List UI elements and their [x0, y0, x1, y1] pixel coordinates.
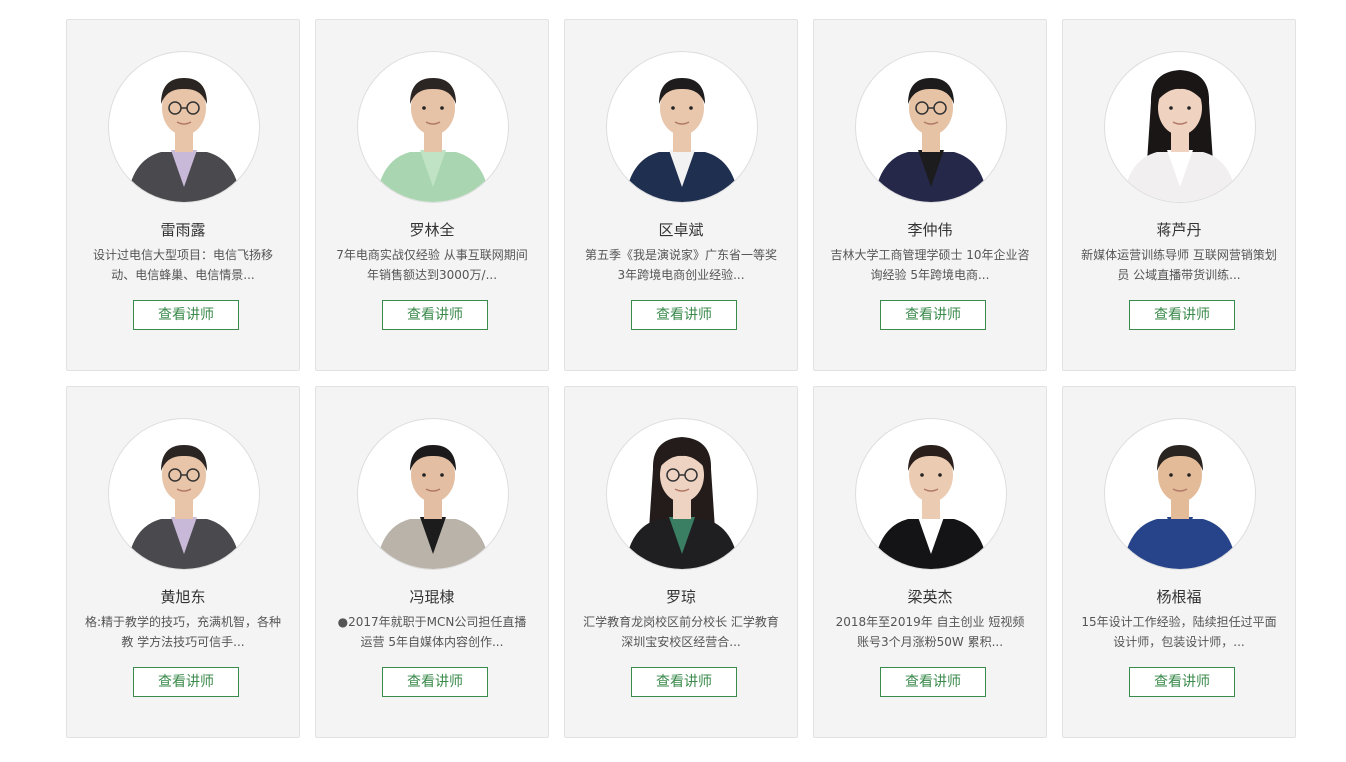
view-teacher-button[interactable]: 查看讲师 [880, 667, 986, 697]
view-teacher-button[interactable]: 查看讲师 [382, 300, 488, 330]
teacher-name: 李仲伟 [907, 221, 953, 239]
teacher-avatar [606, 51, 758, 203]
teacher-card: 罗林全 7年电商实战仅经验 从事互联网期间年销售额达到3000万/... 查看讲师 [315, 19, 549, 371]
teacher-intro: 第五季《我是演说家》广东省一等奖 3年跨境电商创业经验... [584, 248, 777, 282]
view-teacher-button[interactable]: 查看讲师 [631, 667, 737, 697]
teacher-name: 罗琼 [665, 588, 696, 606]
teacher-avatar [357, 418, 509, 570]
teacher-intro: 格:精于教学的技巧，充满机智，各种教 学方法技巧可信手... [84, 615, 282, 649]
teacher-card: 罗琼汇学教育龙岗校区前分校长 汇学教育深圳宝安校区经营合... 查看讲师 [564, 386, 798, 738]
portrait-icon [1123, 445, 1237, 569]
view-teacher-button[interactable]: 查看讲师 [631, 300, 737, 330]
teacher-name: 区卓斌 [658, 221, 704, 239]
view-teacher-button[interactable]: 查看讲师 [1129, 300, 1235, 330]
teacher-avatar [357, 51, 509, 203]
view-teacher-button[interactable]: 查看讲师 [133, 667, 239, 697]
teacher-name: 罗林全 [409, 221, 455, 239]
teacher-card: 冯琨棣 ●2017年就职于MCN公司担任直播运营 5年自媒体内容创作... 查看讲师 [315, 386, 549, 738]
view-teacher-button[interactable]: 查看讲师 [382, 667, 488, 697]
teacher-intro: 新媒体运营训练导师 互联网营销策划员 公域直播带货训练... [1081, 248, 1277, 282]
portrait-icon [625, 437, 739, 569]
view-teacher-button[interactable]: 查看讲师 [133, 300, 239, 330]
portrait-icon [625, 78, 739, 202]
teacher-name: 蒋芦丹 [1156, 221, 1202, 239]
teacher-intro: ●2017年就职于MCN公司担任直播运营 5年自媒体内容创作... [337, 615, 527, 649]
teacher-card: 李仲伟吉林大学工商管理学硕士 10年企业咨询经验 5年跨境电商... 查看讲师 [813, 19, 1047, 371]
teacher-name: 黄旭东 [160, 588, 206, 606]
teacher-intro: 15年设计工作经验，陆续担任过平面设计师，包装设计师，... [1081, 615, 1277, 649]
teacher-card: 区卓斌第五季《我是演说家》广东省一等奖 3年跨境电商创业经验... 查看讲师 [564, 19, 798, 371]
teacher-avatar [855, 51, 1007, 203]
teacher-intro: 汇学教育龙岗校区前分校长 汇学教育深圳宝安校区经营合... [583, 615, 779, 649]
teacher-avatar [1104, 51, 1256, 203]
teacher-card: 黄旭东格:精于教学的技巧，充满机智，各种教 学方法技巧可信手... 查看讲师 [66, 386, 300, 738]
teacher-card: 蒋芦丹新媒体运营训练导师 互联网营销策划员 公域直播带货训练... 查看讲师 [1062, 19, 1296, 371]
teacher-name: 冯琨棣 [409, 588, 455, 606]
portrait-icon [127, 78, 241, 202]
teacher-avatar [108, 51, 260, 203]
teacher-card: 雷雨露设计过电信大型项目：电信飞扬移动、电信蜂巢、电信情景... 查看讲师 [66, 19, 300, 371]
view-teacher-button[interactable]: 查看讲师 [1129, 667, 1235, 697]
teacher-name: 梁英杰 [907, 588, 953, 606]
teacher-card: 杨根福 15年设计工作经验，陆续担任过平面设计师，包装设计师，... 查看讲师 [1062, 386, 1296, 738]
portrait-icon [376, 78, 490, 202]
teacher-intro: 2018年至2019年 自主创业 短视频账号3个月涨粉50W 累积... [835, 615, 1025, 649]
view-teacher-button[interactable]: 查看讲师 [880, 300, 986, 330]
portrait-icon [874, 78, 988, 202]
teacher-intro: 7年电商实战仅经验 从事互联网期间年销售额达到3000万/... [336, 248, 528, 282]
teacher-intro: 设计过电信大型项目：电信飞扬移动、电信蜂巢、电信情景... [92, 248, 273, 282]
teacher-intro: 吉林大学工商管理学硕士 10年企业咨询经验 5年跨境电商... [830, 248, 1030, 282]
portrait-icon [376, 445, 490, 569]
teacher-avatar [606, 418, 758, 570]
teacher-card: 梁英杰 2018年至2019年 自主创业 短视频账号3个月涨粉50W 累积... 查… [813, 386, 1047, 738]
portrait-icon [127, 445, 241, 569]
teacher-avatar [855, 418, 1007, 570]
teacher-avatar [1104, 418, 1256, 570]
teacher-avatar [108, 418, 260, 570]
teacher-name: 杨根福 [1156, 588, 1202, 606]
portrait-icon [1123, 70, 1237, 202]
teacher-grid: 雷雨露设计过电信大型项目：电信飞扬移动、电信蜂巢、电信情景... 查看讲师 罗林全 7… [66, 19, 1296, 738]
teacher-name: 雷雨露 [160, 221, 206, 239]
portrait-icon [874, 445, 988, 569]
